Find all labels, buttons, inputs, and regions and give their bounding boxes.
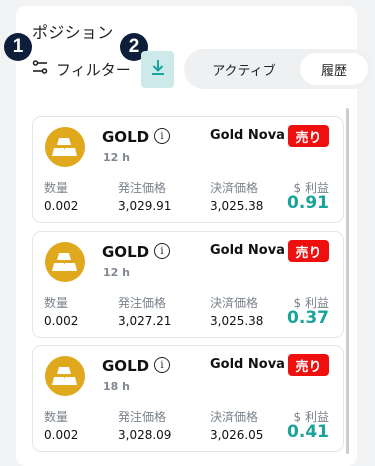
asset-name: GOLD xyxy=(102,128,150,146)
gold-bars-icon xyxy=(45,356,85,396)
side-badge: 売り xyxy=(288,354,329,376)
close-price-value: 3,025.38 xyxy=(210,314,264,328)
step-badge-1: 1 xyxy=(4,33,32,61)
info-icon[interactable]: i xyxy=(154,357,170,373)
side-badge: 売り xyxy=(288,240,329,262)
duration: 12 h xyxy=(103,266,130,279)
filter-button[interactable]: フィルター xyxy=(32,57,131,81)
download-icon xyxy=(150,59,166,80)
provider-name: Gold Nova xyxy=(210,243,285,258)
position-card[interactable]: GOLD i 18 h Gold Nova 売り 数量 発注価格 決済価格 $ … xyxy=(32,345,344,452)
info-icon[interactable]: i xyxy=(154,243,170,259)
tab-history[interactable]: 履歴 xyxy=(300,53,368,85)
position-card[interactable]: GOLD i 12 h Gold Nova 売り 数量 発注価格 決済価格 $ … xyxy=(32,231,344,338)
open-price-value: 3,027.21 xyxy=(118,314,172,328)
side-badge: 売り xyxy=(288,125,329,147)
duration: 12 h xyxy=(103,151,130,164)
qty-value: 0.002 xyxy=(44,428,79,442)
download-button[interactable] xyxy=(141,51,174,88)
tab-switcher: アクティブ 履歴 xyxy=(184,49,372,89)
scrollbar[interactable] xyxy=(346,108,349,454)
info-icon[interactable]: i xyxy=(154,128,170,144)
qty-label: 数量 xyxy=(44,296,69,310)
open-price-value: 3,028.09 xyxy=(118,428,172,442)
close-price-value: 3,025.38 xyxy=(210,199,264,213)
gold-bars-icon xyxy=(45,127,85,167)
pnl-value: 0.37 xyxy=(287,308,329,328)
asset-name: GOLD xyxy=(102,357,150,375)
pnl-value: 0.41 xyxy=(287,422,329,442)
close-price-label: 決済価格 xyxy=(210,296,259,310)
pnl-value: 0.91 xyxy=(287,193,329,213)
qty-value: 0.002 xyxy=(44,199,79,213)
provider-name: Gold Nova xyxy=(210,128,285,143)
open-price-label: 発注価格 xyxy=(118,181,167,195)
page-title: ポジション xyxy=(32,23,114,42)
position-card[interactable]: GOLD i 12 h Gold Nova 売り 数量 発注価格 決済価格 $ … xyxy=(32,116,344,223)
qty-label: 数量 xyxy=(44,181,69,195)
asset-name: GOLD xyxy=(102,243,150,261)
filter-label: フィルター xyxy=(56,60,131,79)
close-price-value: 3,026.05 xyxy=(210,428,264,442)
filter-icon xyxy=(32,60,48,78)
close-price-label: 決済価格 xyxy=(210,181,259,195)
provider-name: Gold Nova xyxy=(210,357,285,372)
gold-bars-icon xyxy=(45,242,85,282)
open-price-label: 発注価格 xyxy=(118,410,167,424)
open-price-label: 発注価格 xyxy=(118,296,167,310)
qty-value: 0.002 xyxy=(44,314,79,328)
close-price-label: 決済価格 xyxy=(210,410,259,424)
open-price-value: 3,029.91 xyxy=(118,199,172,213)
tab-active[interactable]: アクティブ xyxy=(188,53,300,85)
duration: 18 h xyxy=(103,380,130,393)
qty-label: 数量 xyxy=(44,410,69,424)
